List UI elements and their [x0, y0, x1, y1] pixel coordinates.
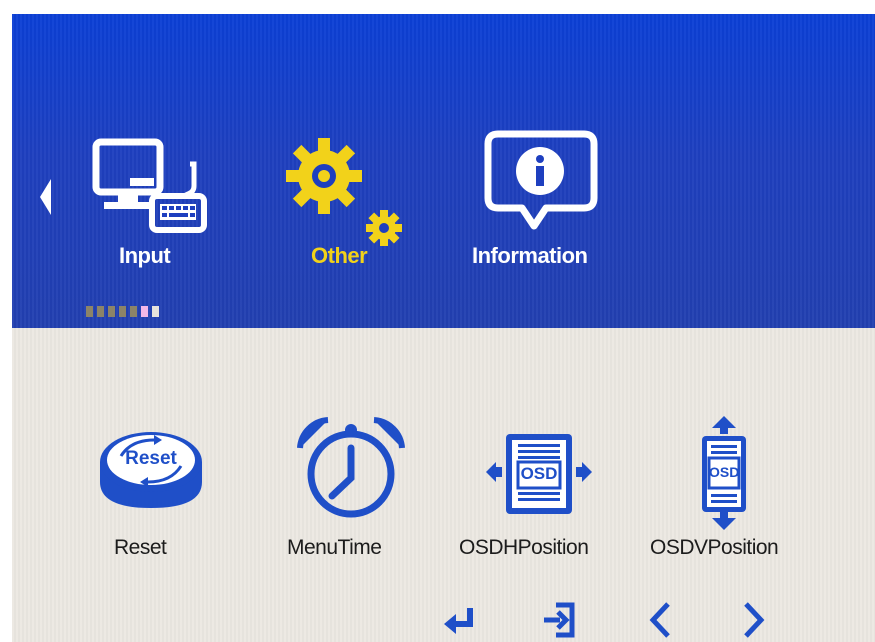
right-chevron-icon[interactable] — [742, 600, 766, 640]
page-dot — [108, 306, 115, 317]
osd-h-icon-text: OSD — [520, 464, 558, 483]
top-menu-panel: Input Other Information — [12, 14, 875, 328]
page-dot-active — [141, 306, 148, 317]
top-menu-label-information: Information — [472, 243, 588, 268]
enter-icon[interactable] — [442, 606, 478, 638]
gears-icon — [284, 132, 414, 252]
page-dot — [130, 306, 137, 317]
sub-menu-label-osd-h-position: OSDHPosition — [459, 536, 589, 559]
sub-menu-item-osd-h-position[interactable]: OSD — [482, 426, 596, 518]
sub-menu-label-menu-time: MenuTime — [287, 536, 382, 559]
osd-h-position-icon: OSD — [482, 426, 596, 518]
sub-menu-item-osd-v-position[interactable]: OSD — [694, 414, 754, 532]
sub-menu-label-osd-v-position: OSDVPosition — [650, 536, 779, 559]
top-menu-label-input: Input — [119, 243, 171, 268]
osd-v-icon-text: OSD — [709, 464, 740, 480]
sub-menu-label-reset: Reset — [114, 536, 167, 559]
top-menu-label-other: Other — [311, 243, 368, 268]
reset-icon-text: Reset — [125, 448, 177, 469]
sub-menu-item-menu-time[interactable] — [296, 416, 406, 520]
info-bubble-icon — [482, 126, 602, 238]
sub-menu-item-reset[interactable]: Reset — [96, 426, 206, 516]
osd-screen: Input Other Information Reset Reset Menu… — [0, 0, 875, 642]
sub-menu-panel: Reset Reset MenuTime OSD OSDHPosition OS… — [12, 328, 875, 642]
caret-left-icon[interactable] — [38, 177, 52, 217]
page-dot — [119, 306, 126, 317]
left-chevron-icon[interactable] — [648, 600, 672, 640]
page-dot — [152, 306, 159, 317]
page-indicator — [86, 306, 159, 317]
osd-v-position-icon: OSD — [694, 414, 754, 532]
monitor-keyboard-icon — [90, 134, 220, 244]
reset-icon: Reset — [96, 426, 206, 516]
page-dot — [97, 306, 104, 317]
alarm-clock-icon — [296, 416, 406, 520]
top-menu-item-information[interactable] — [482, 126, 602, 244]
page-dot — [86, 306, 93, 317]
exit-icon[interactable] — [542, 602, 576, 638]
